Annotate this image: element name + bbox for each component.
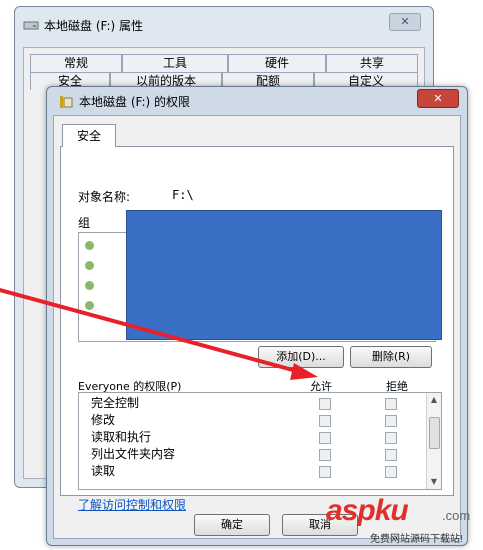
object-name-label: 对象名称: <box>78 190 131 204</box>
deny-checkbox[interactable] <box>385 449 397 461</box>
user-icon <box>85 281 94 290</box>
object-name-value: F:\ <box>172 188 194 202</box>
allow-checkbox[interactable] <box>319 415 331 427</box>
permission-row: 完全控制 <box>79 395 419 412</box>
deny-checkbox[interactable] <box>385 466 397 478</box>
permissions-close-button[interactable]: ✕ <box>417 89 459 108</box>
tab-hardware[interactable]: 硬件 <box>228 54 326 72</box>
tab-general[interactable]: 常规 <box>30 54 122 72</box>
permissions-list: 完全控制 修改 读取和执行 列出文件夹内容 读取 ▲ ▼ <box>78 392 442 490</box>
permission-row: 读取和执行 <box>79 429 419 446</box>
drive-icon <box>57 95 73 108</box>
permission-name: 列出文件夹内容 <box>91 447 176 461</box>
user-icon <box>85 261 94 270</box>
permissions-title: 本地磁盘 (F:) 的权限 <box>79 95 191 109</box>
scroll-down-icon[interactable]: ▼ <box>429 477 439 487</box>
permissions-title-bar: 本地磁盘 (F:) 的权限 <box>57 93 190 110</box>
user-icon <box>85 301 94 310</box>
deny-checkbox[interactable] <box>385 432 397 444</box>
permission-name: 完全控制 <box>91 396 140 410</box>
permission-row: 修改 <box>79 412 419 429</box>
watermark-tagline: 免费网站源码下载站! <box>370 534 463 545</box>
permission-name: 读取和执行 <box>91 430 152 444</box>
permissions-dialog: 本地磁盘 (F:) 的权限 ✕ 安全 对象名称: F:\ 组 添加(D)... … <box>46 86 468 546</box>
properties-close-button[interactable]: ✕ <box>389 13 421 31</box>
scroll-thumb[interactable] <box>429 417 440 449</box>
allow-checkbox[interactable] <box>319 398 331 410</box>
group-label: 组 <box>78 216 91 230</box>
watermark-domain: .com <box>442 508 471 523</box>
allow-checkbox[interactable] <box>319 466 331 478</box>
permission-name: 修改 <box>91 413 116 427</box>
allow-checkbox[interactable] <box>319 432 331 444</box>
help-link[interactable]: 了解访问控制和权限 <box>78 496 186 513</box>
remove-button[interactable]: 删除(R) <box>350 346 432 368</box>
user-icon <box>85 241 94 250</box>
permissions-body: 安全 对象名称: F:\ 组 添加(D)... 删除(R) Everyone 的… <box>53 115 461 539</box>
tab-sharing[interactable]: 共享 <box>326 54 418 72</box>
redaction-box <box>126 210 442 340</box>
drive-icon <box>23 19 39 31</box>
permission-name: 读取 <box>91 464 116 478</box>
tab-tools[interactable]: 工具 <box>122 54 228 72</box>
watermark-brand: aspku <box>326 494 409 527</box>
tab-security[interactable]: 安全 <box>62 124 116 147</box>
ok-button[interactable]: 确定 <box>194 514 270 536</box>
properties-title-bar: 本地磁盘 (F:) 属性 <box>23 15 143 35</box>
permission-row: 读取 <box>79 463 419 480</box>
deny-checkbox[interactable] <box>385 415 397 427</box>
permissions-scrollbar[interactable]: ▲ ▼ <box>426 393 441 489</box>
deny-checkbox[interactable] <box>385 398 397 410</box>
permission-row: 列出文件夹内容 <box>79 446 419 463</box>
properties-title: 本地磁盘 (F:) 属性 <box>44 18 144 33</box>
watermark: aspku .com 免费网站源码下载站! <box>308 494 480 548</box>
scroll-up-icon[interactable]: ▲ <box>429 395 439 405</box>
allow-checkbox[interactable] <box>319 449 331 461</box>
add-button[interactable]: 添加(D)... <box>258 346 344 368</box>
